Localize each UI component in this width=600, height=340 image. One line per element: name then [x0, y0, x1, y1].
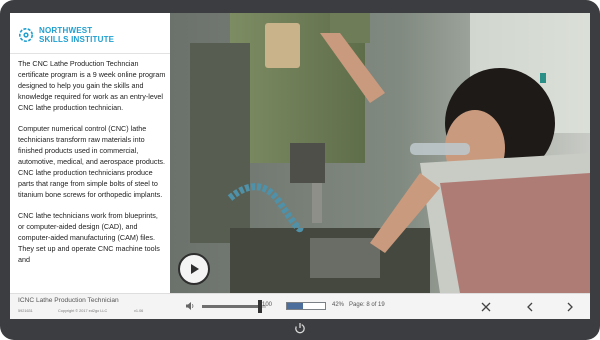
progress-fill [287, 303, 303, 309]
play-button[interactable] [178, 253, 210, 285]
video-area[interactable] [170, 13, 590, 293]
course-title: ICNC Lathe Production Technician [18, 297, 119, 304]
course-screen: NORTHWEST SKILLS INSTITUTE The CNC Lathe… [10, 13, 590, 319]
video-still [170, 13, 590, 293]
power-icon[interactable] [294, 322, 306, 334]
tablet-frame: NORTHWEST SKILLS INSTITUTE The CNC Lathe… [0, 0, 600, 340]
course-progress-bar [286, 302, 326, 310]
institute-logo: NORTHWEST SKILLS INSTITUTE [18, 22, 168, 48]
paragraph: The CNC Lathe Production Techncian certi… [18, 59, 166, 112]
progress-percent: 42% [332, 302, 345, 308]
paragraph: CNC lathe technicians work from blueprin… [18, 211, 160, 264]
volume-value: 100 [262, 302, 273, 308]
divider [10, 53, 170, 54]
version-text: v1.06 [134, 309, 144, 313]
player-controls: ICNC Lathe Production Technician 5921631… [10, 293, 590, 319]
volume-slider[interactable] [202, 300, 266, 313]
chevron-left-icon [527, 302, 533, 312]
volume-handle[interactable] [257, 300, 262, 313]
progress-info: 42% Page: 8 of 19 [332, 302, 385, 308]
speaker-icon[interactable] [185, 301, 195, 311]
chevron-right-icon [567, 302, 573, 312]
volume-fill [202, 305, 260, 308]
logo-line-2: SKILLS INSTITUTE [39, 35, 115, 44]
close-button[interactable] [478, 299, 494, 315]
text-panel: NORTHWEST SKILLS INSTITUTE The CNC Lathe… [10, 13, 170, 293]
copyright-text: Copyright © 2017 ed2go LLC [58, 309, 108, 313]
course-description: The CNC Lathe Production Techncian certi… [18, 58, 166, 275]
next-page-button[interactable] [562, 299, 578, 315]
logo-line-1: NORTHWEST [39, 26, 93, 35]
paragraph: Computer numerical control (CNC) lathe t… [18, 124, 166, 199]
cog-logo-icon [19, 28, 33, 42]
previous-page-button[interactable] [522, 299, 538, 315]
course-code: 5921631 [18, 309, 33, 313]
play-icon [191, 264, 199, 274]
close-icon [481, 302, 491, 312]
page-indicator: Page: 8 of 19 [349, 302, 385, 308]
